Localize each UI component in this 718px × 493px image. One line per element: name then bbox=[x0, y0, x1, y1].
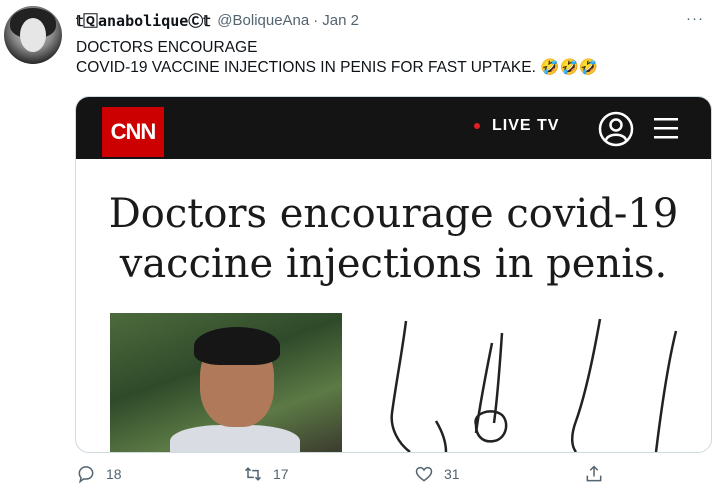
photo-hair bbox=[194, 327, 280, 365]
share-button[interactable] bbox=[584, 464, 614, 484]
like-button[interactable]: 31 bbox=[414, 464, 460, 484]
doctor-photo bbox=[110, 313, 342, 452]
headline-line-1: Doctors encourage covid-19 bbox=[108, 191, 679, 237]
reply-button[interactable]: 18 bbox=[76, 464, 122, 484]
tweet-header: 𝕥🅀anaboliqueⒸ𝕥 @BoliqueAna · Jan 2 bbox=[76, 9, 359, 31]
tweet-text-line-1: DOCTORS ENCOURAGE bbox=[76, 39, 258, 56]
hands-sketch-illustration bbox=[390, 318, 678, 452]
reply-icon bbox=[78, 466, 94, 484]
tweet-media-image[interactable]: CNN LIVE TV Doctors encourage covid-19 v… bbox=[75, 96, 712, 453]
retweet-count: 17 bbox=[273, 466, 289, 482]
user-icon bbox=[598, 111, 634, 147]
headline-line-2: vaccine injections in penis. bbox=[119, 241, 668, 287]
like-icon bbox=[415, 466, 433, 482]
separator: · bbox=[313, 11, 319, 29]
live-tv-text: LIVE TV bbox=[492, 117, 560, 134]
tweet-date[interactable]: Jan 2 bbox=[322, 12, 359, 29]
tweet-text: DOCTORS ENCOURAGE COVID-19 VACCINE INJEC… bbox=[76, 38, 598, 78]
live-tv-label: LIVE TV bbox=[474, 117, 559, 135]
tweet-text-line-2: COVID-19 VACCINE INJECTIONS IN PENIS FOR… bbox=[76, 59, 599, 76]
avatar-face bbox=[20, 18, 46, 52]
live-dot-icon bbox=[474, 123, 480, 129]
tweet-actions: 18 17 31 bbox=[0, 464, 718, 490]
like-count: 31 bbox=[444, 466, 460, 482]
more-icon[interactable]: ··· bbox=[686, 10, 704, 27]
retweet-icon bbox=[244, 467, 262, 481]
cnn-header-bar: CNN LIVE TV bbox=[76, 97, 711, 159]
retweet-button[interactable]: 17 bbox=[243, 464, 289, 484]
user-handle[interactable]: @BoliqueAna bbox=[217, 12, 309, 29]
reply-count: 18 bbox=[106, 466, 122, 482]
avatar[interactable] bbox=[4, 6, 62, 64]
article-headline: Doctors encourage covid-19 vaccine injec… bbox=[76, 189, 711, 289]
menu-icon bbox=[654, 118, 678, 139]
share-icon bbox=[586, 465, 602, 482]
photo-shirt bbox=[170, 425, 300, 452]
display-name[interactable]: 𝕥🅀anaboliqueⒸ𝕥 bbox=[76, 10, 210, 31]
cnn-logo: CNN bbox=[102, 107, 164, 157]
